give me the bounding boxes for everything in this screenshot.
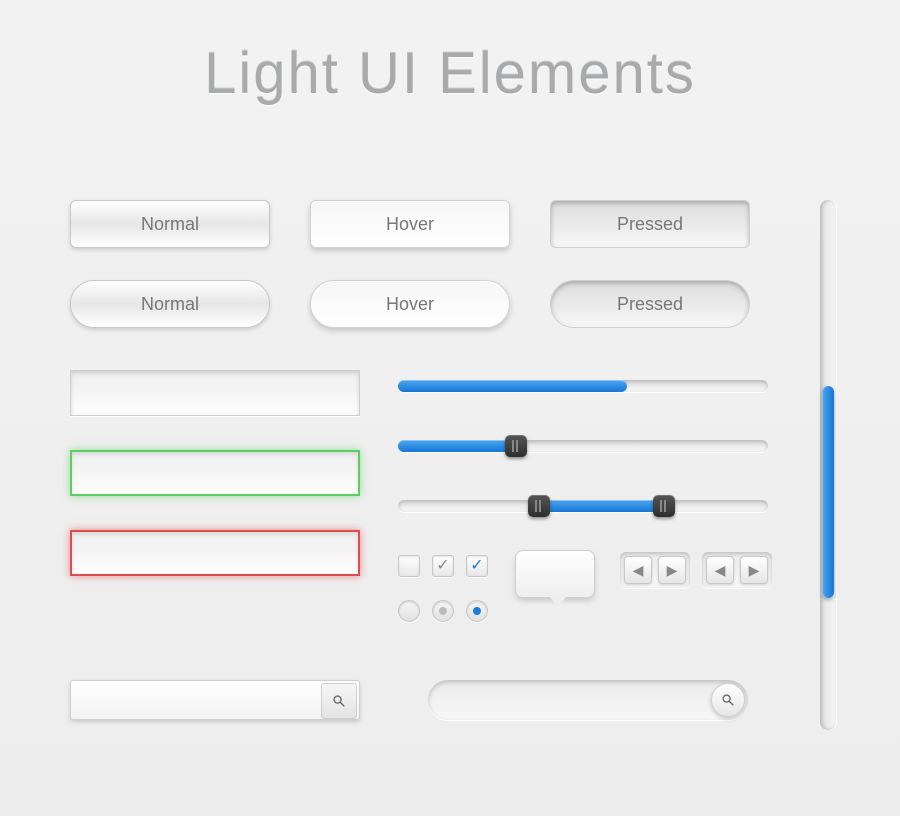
scrollbar-thumb[interactable]: [822, 386, 834, 598]
checkbox-checked-accent[interactable]: ✓: [466, 555, 488, 577]
button-label: Pressed: [617, 294, 683, 315]
radio-dot: [473, 607, 481, 615]
arrow-left-button[interactable]: ◀: [706, 556, 734, 584]
arrow-right-button[interactable]: ▶: [740, 556, 768, 584]
button-rect-pressed[interactable]: Pressed: [550, 200, 750, 248]
search-icon: [332, 694, 346, 708]
slider-track[interactable]: [398, 440, 768, 452]
text-input-default[interactable]: [70, 370, 360, 416]
check-icon: ✓: [436, 558, 449, 574]
button-label: Normal: [141, 294, 199, 315]
ui-kit-canvas: Light UI Elements Normal Hover Pressed N…: [0, 0, 900, 816]
slider-handle[interactable]: [505, 435, 527, 457]
radio-checked-grey[interactable]: [432, 600, 454, 622]
range-fill: [539, 500, 665, 512]
search-button[interactable]: [321, 683, 357, 719]
slider-fill: [398, 440, 516, 452]
text-input-valid[interactable]: [70, 450, 360, 496]
arrow-left-button[interactable]: ◀: [624, 556, 652, 584]
range-handle-low[interactable]: [528, 495, 550, 517]
text-input-error[interactable]: [70, 530, 360, 576]
button-rect-hover[interactable]: Hover: [310, 200, 510, 248]
radio-checked-accent[interactable]: [466, 600, 488, 622]
tooltip: [515, 550, 595, 598]
checkbox-checked-grey[interactable]: ✓: [432, 555, 454, 577]
check-icon: ✓: [470, 558, 483, 574]
chevron-left-icon: ◀: [633, 562, 644, 579]
button-label: Pressed: [617, 214, 683, 235]
chevron-right-icon: ▶: [749, 562, 760, 579]
arrow-right-button[interactable]: ▶: [658, 556, 686, 584]
scrollbar-track[interactable]: [820, 200, 836, 730]
progress-fill: [398, 380, 627, 392]
radio-dot: [439, 607, 447, 615]
button-rect-normal[interactable]: Normal: [70, 200, 270, 248]
chevron-left-icon: ◀: [715, 562, 726, 579]
button-pill-pressed[interactable]: Pressed: [550, 280, 750, 328]
search-box-pill[interactable]: [428, 680, 748, 720]
button-label: Hover: [386, 214, 434, 235]
range-handle-high[interactable]: [653, 495, 675, 517]
button-pill-normal[interactable]: Normal: [70, 280, 270, 328]
button-pill-hover[interactable]: Hover: [310, 280, 510, 328]
checkbox-unchecked[interactable]: [398, 555, 420, 577]
search-icon: [721, 693, 735, 707]
range-track[interactable]: [398, 500, 768, 512]
search-button[interactable]: [711, 683, 745, 717]
search-box-rect[interactable]: [70, 680, 360, 720]
radio-unchecked[interactable]: [398, 600, 420, 622]
button-label: Hover: [386, 294, 434, 315]
progress-track: [398, 380, 768, 392]
button-label: Normal: [141, 214, 199, 235]
page-title: Light UI Elements: [0, 40, 900, 107]
chevron-right-icon: ▶: [667, 562, 678, 579]
